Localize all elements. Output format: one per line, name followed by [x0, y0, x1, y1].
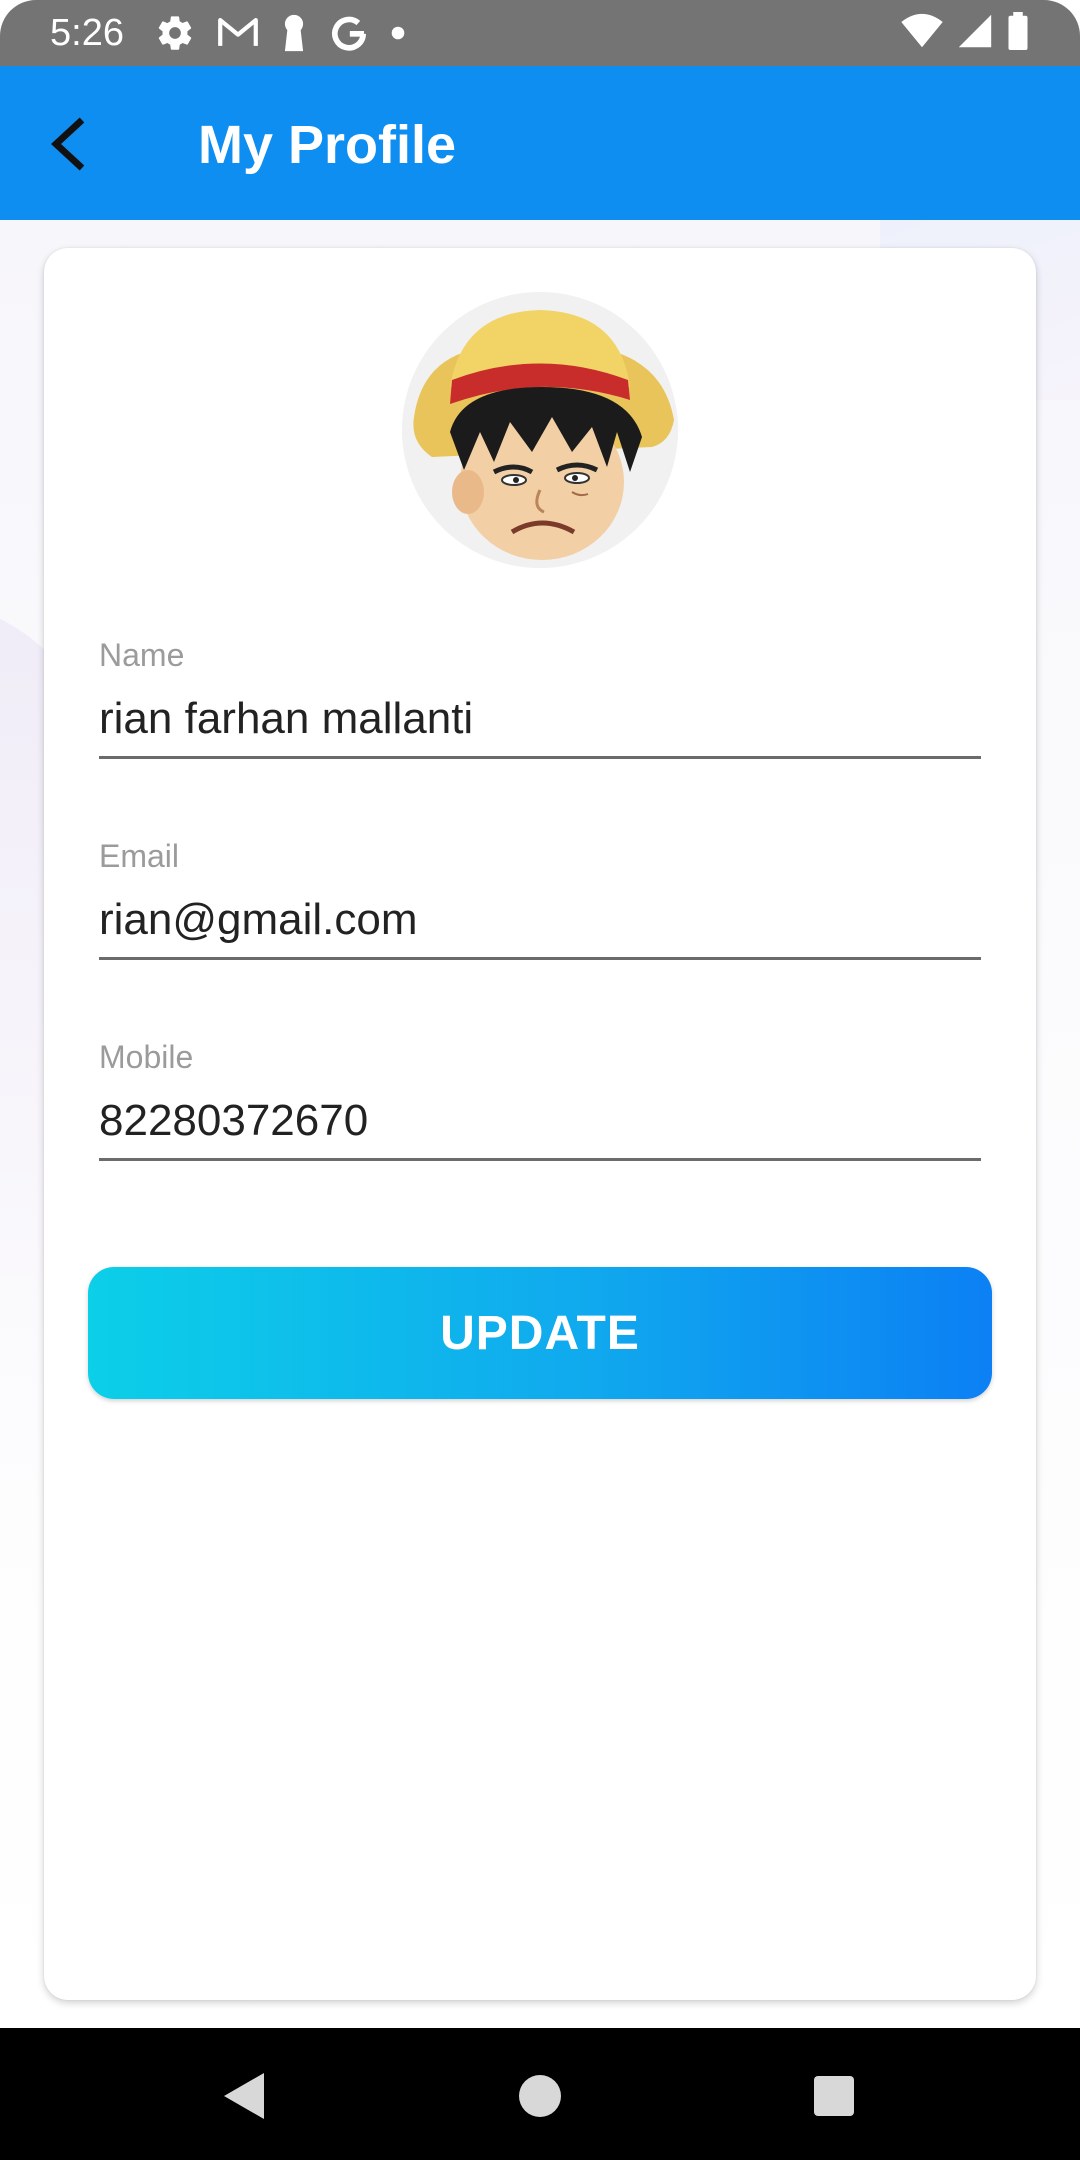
- cellular-icon: [956, 13, 994, 54]
- profile-card: Name Email Mobile UPDATE: [44, 248, 1036, 2000]
- email-label: Email: [99, 838, 180, 874]
- page-title: My Profile: [198, 115, 457, 175]
- system-nav-bar: [0, 2028, 1080, 2160]
- nav-home-button[interactable]: [502, 2058, 578, 2134]
- app-bar: My Profile: [0, 66, 1080, 220]
- mobile-input[interactable]: [99, 1094, 981, 1161]
- nav-back-button[interactable]: [206, 2058, 282, 2134]
- home-circle-icon: [519, 2075, 561, 2117]
- profile-screen: 5:26 My Profile Name rian farhan mallant…: [0, 0, 1080, 2160]
- email-input[interactable]: [99, 893, 981, 960]
- mobile-label: Mobile: [99, 1039, 194, 1075]
- name-field-group: Name: [99, 636, 981, 759]
- name-input[interactable]: [99, 692, 981, 759]
- dot-icon: [391, 12, 405, 54]
- avatar[interactable]: [402, 292, 678, 568]
- system-status-icons: [900, 11, 1030, 55]
- status-bar: 5:26: [0, 0, 1080, 66]
- back-triangle-icon: [224, 2073, 264, 2119]
- nav-recents-button[interactable]: [796, 2058, 872, 2134]
- chevron-left-icon: [50, 117, 85, 171]
- battery-icon: [1006, 11, 1030, 55]
- name-label: Name: [99, 637, 185, 673]
- update-button[interactable]: UPDATE: [88, 1267, 992, 1399]
- google-icon: [329, 12, 369, 54]
- mobile-field-group: Mobile: [99, 1038, 981, 1161]
- gmail-icon: [217, 12, 259, 54]
- settings-icon: [155, 12, 195, 54]
- back-button[interactable]: [30, 106, 106, 182]
- profile-avatar-icon: [402, 292, 678, 568]
- status-time: 5:26: [50, 12, 124, 54]
- email-field-group: Email: [99, 837, 981, 960]
- notification-icons: [155, 12, 405, 54]
- recents-square-icon: [814, 2076, 854, 2116]
- keyhole-icon: [281, 12, 307, 54]
- wifi-icon: [900, 13, 944, 54]
